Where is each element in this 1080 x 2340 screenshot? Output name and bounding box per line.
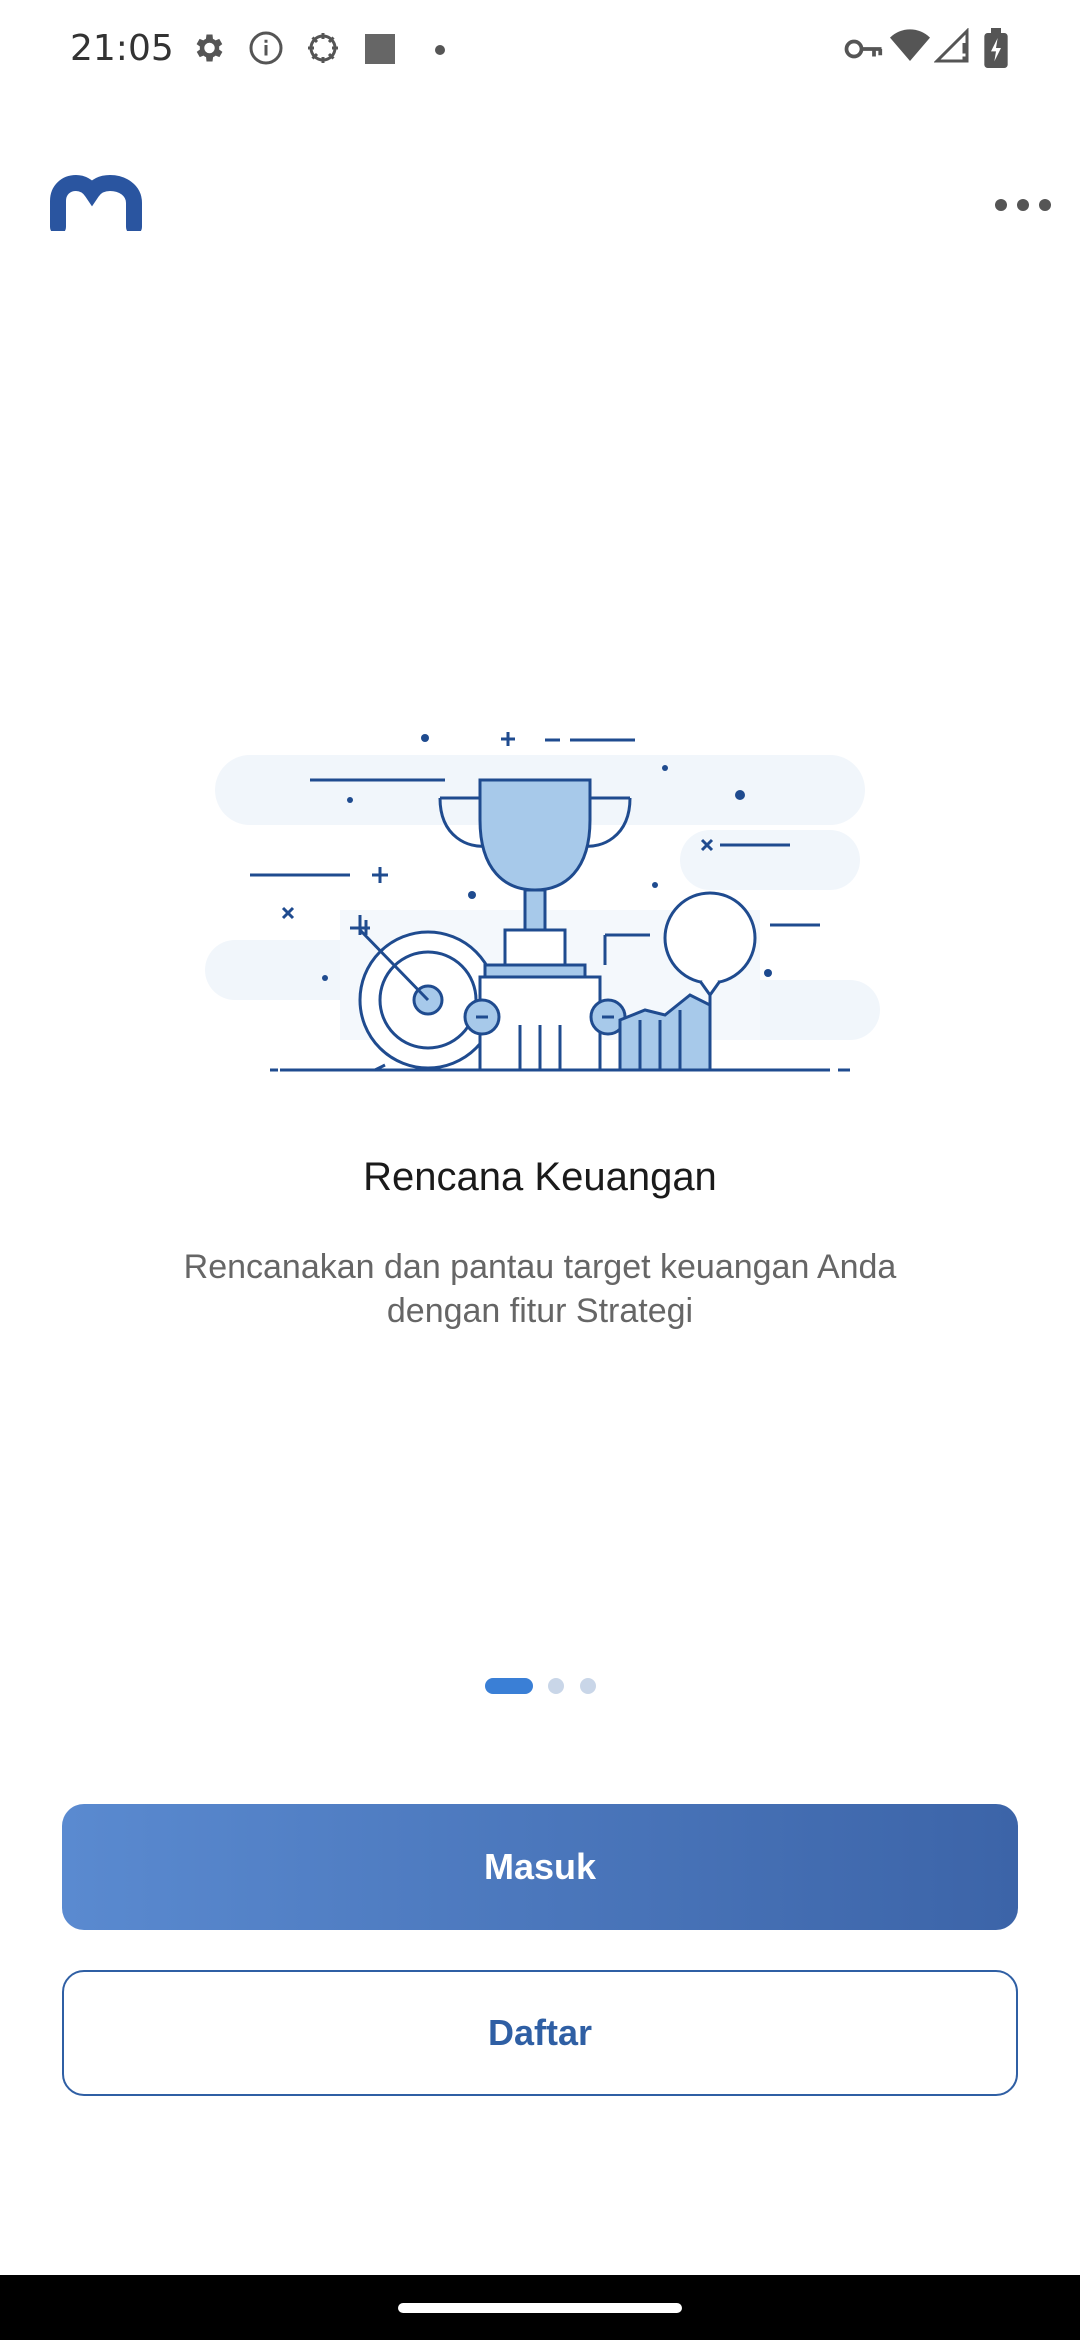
page-dot <box>548 1678 564 1694</box>
onboarding-description: Rencanakan dan pantau target keuangan An… <box>183 1248 897 1330</box>
info-icon <box>249 31 283 65</box>
home-gesture-handle[interactable] <box>398 2303 682 2313</box>
more-horizontal-icon[interactable] <box>990 185 1060 225</box>
m-logo-icon <box>50 175 142 231</box>
login-button[interactable]: Masuk <box>62 1804 1018 1930</box>
bug-icon <box>308 33 338 63</box>
page-indicator <box>0 1678 1080 1694</box>
page-dot <box>580 1678 596 1694</box>
status-bar: 21:05 <box>0 0 1080 100</box>
square-icon <box>365 34 395 64</box>
register-button[interactable]: Daftar <box>62 1970 1018 2096</box>
signal-icon <box>934 28 969 63</box>
status-time: 21:05 <box>70 28 174 69</box>
vpn-key-icon <box>844 39 883 59</box>
page-dot-active <box>485 1678 533 1694</box>
dot-icon <box>435 45 445 55</box>
onboarding-title: Rencana Keuangan <box>363 1155 717 1199</box>
wifi-icon <box>890 29 930 61</box>
battery-charging-icon <box>984 28 1008 68</box>
gear-icon <box>196 34 223 62</box>
trophy-target-illustration <box>205 732 880 1072</box>
